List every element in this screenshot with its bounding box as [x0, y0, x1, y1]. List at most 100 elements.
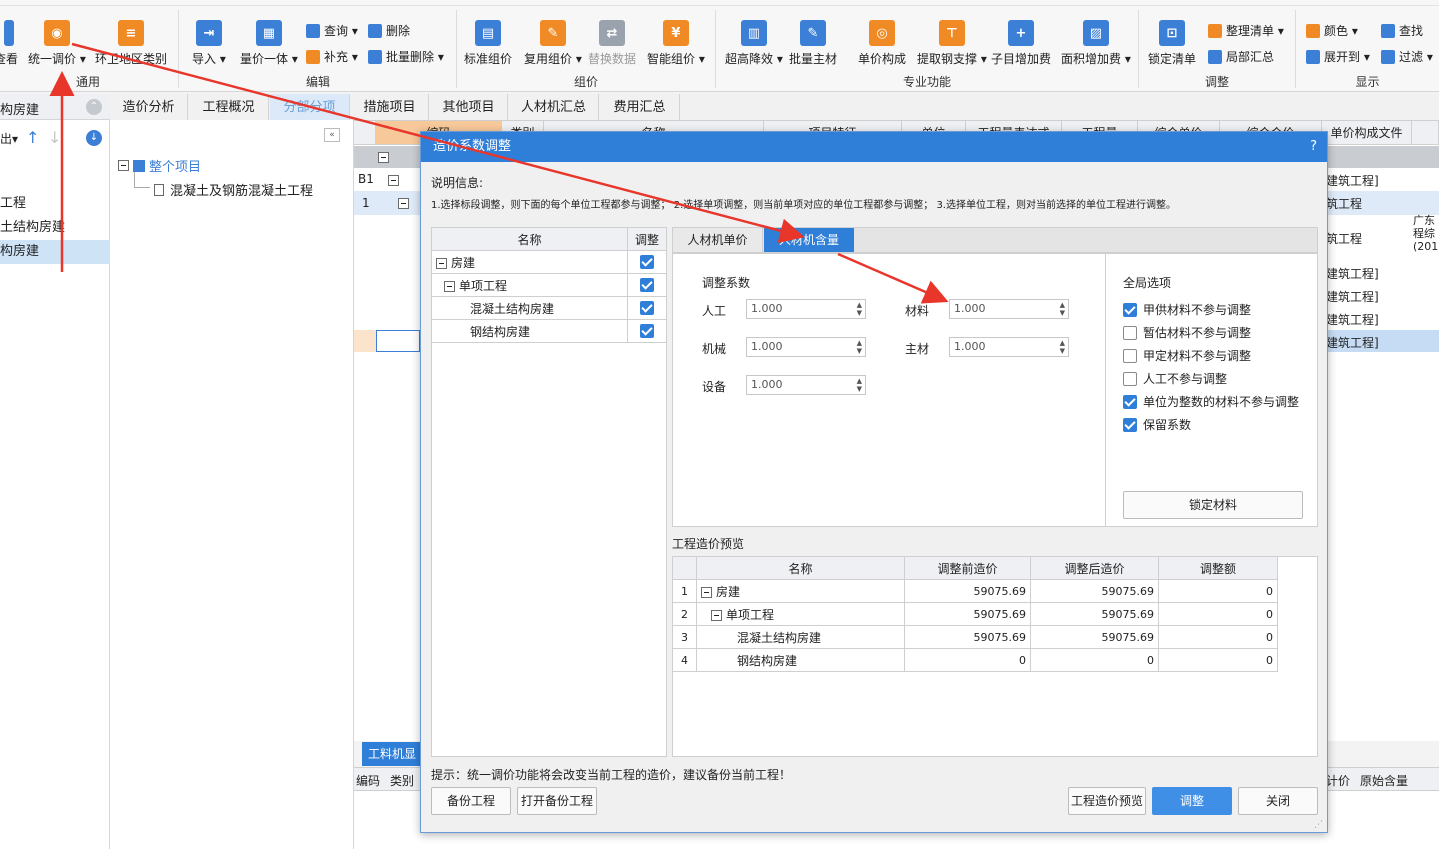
- table-row[interactable]: 4 钢结构房建 0 0 0: [672, 648, 1278, 672]
- spinner-arrows-icon[interactable]: ▲ ▼: [1060, 301, 1065, 317]
- collapse-box-icon[interactable]: [444, 280, 455, 292]
- color-button[interactable]: 颜色 ▾: [1306, 22, 1358, 39]
- grid-expand-box[interactable]: [398, 196, 413, 210]
- replace-data-button[interactable]: ⇄ 替换数据: [588, 20, 636, 67]
- bottom-header-code[interactable]: 编码: [356, 772, 380, 789]
- labor-coef-input[interactable]: 1.000 ▲ ▼: [746, 299, 866, 319]
- nav-item[interactable]: 工程: [0, 192, 110, 216]
- lock-list-button[interactable]: ⊡ 锁定清单: [1148, 20, 1196, 67]
- help-icon[interactable]: ?: [1310, 132, 1317, 162]
- partial-sum-button[interactable]: 局部汇总: [1208, 48, 1274, 65]
- env-area-button[interactable]: ≡ 环卫地区类别: [95, 20, 167, 67]
- collapse-box-icon[interactable]: [436, 257, 447, 269]
- table-row[interactable]: 房建: [431, 250, 667, 274]
- open-backup-button[interactable]: 打开备份工程: [517, 787, 597, 815]
- import-button[interactable]: ⇥ 导入 ▾: [192, 20, 226, 67]
- option-checkbox[interactable]: [1123, 302, 1137, 317]
- tab-sections[interactable]: 分部分项: [270, 94, 350, 121]
- spinner-arrows-icon[interactable]: ▲ ▼: [857, 301, 862, 317]
- super-high-button[interactable]: ▥ 超高降效 ▾: [725, 20, 783, 67]
- tab-resource-price[interactable]: 人材机单价: [673, 228, 763, 252]
- option-integer-unit[interactable]: 单位为整数的材料不参与调整: [1123, 393, 1299, 410]
- table-row[interactable]: 混凝土结构房建: [431, 296, 667, 320]
- backup-button[interactable]: 备份工程: [431, 787, 511, 815]
- adjust-checkbox[interactable]: [640, 278, 654, 293]
- expand-to-button[interactable]: 展开到 ▾: [1306, 48, 1370, 65]
- collapse-box-icon[interactable]: [701, 586, 712, 598]
- preview-button[interactable]: 工程造价预览: [1068, 787, 1146, 815]
- reuse-pricing-button[interactable]: ✎ 复用组价 ▾: [524, 20, 582, 67]
- sub-add-button[interactable]: + 子目增加费: [991, 20, 1051, 67]
- collapse-box-icon[interactable]: [711, 609, 722, 621]
- batch-main-button[interactable]: ✎ 批量主材: [789, 20, 837, 67]
- close-button[interactable]: 关闭: [1238, 787, 1318, 815]
- tab-resource-summary[interactable]: 人材机汇总: [509, 94, 599, 121]
- std-pricing-button[interactable]: ▤ 标准组价: [464, 20, 512, 67]
- grid-header-composition[interactable]: 单价构成文件: [1322, 121, 1412, 145]
- tab-overview[interactable]: 工程概况: [189, 94, 269, 121]
- adjust-checkbox[interactable]: [640, 324, 654, 339]
- table-row[interactable]: 2 单项工程 59075.69 59075.69 0: [672, 602, 1278, 626]
- move-up-icon[interactable]: ↑: [26, 128, 39, 147]
- material-coef-input[interactable]: 1.000 ▲ ▼: [949, 299, 1069, 319]
- tab-fee-summary[interactable]: 费用汇总: [600, 94, 680, 121]
- bottom-header-price[interactable]: 计价: [1326, 772, 1350, 789]
- grid-edit-cell[interactable]: [376, 330, 420, 352]
- option-estimated-material[interactable]: 暂估材料不参与调整: [1123, 324, 1251, 341]
- option-supplied-material[interactable]: 甲供材料不参与调整: [1123, 301, 1251, 318]
- adjust-checkbox[interactable]: [640, 301, 654, 316]
- nav-item-selected[interactable]: 构房建: [0, 240, 110, 264]
- tab-resource-content[interactable]: 人材机含量: [764, 228, 854, 252]
- grid-expand-box[interactable]: [378, 150, 393, 164]
- spinner-arrows-icon[interactable]: ▲ ▼: [1060, 339, 1065, 355]
- supplement-button[interactable]: 补充 ▾: [306, 48, 358, 65]
- area-add-button[interactable]: ▨ 面积增加费 ▾: [1061, 20, 1131, 67]
- bottom-tab-resources[interactable]: 工料机显: [362, 742, 422, 766]
- option-checkbox[interactable]: [1123, 394, 1137, 409]
- batch-delete-button[interactable]: 批量删除 ▾: [368, 48, 444, 65]
- collapse-pane-icon[interactable]: «: [324, 128, 340, 142]
- bottom-header-orig-qty[interactable]: 原始含量: [1360, 772, 1408, 789]
- dialog-title[interactable]: 造价系数调整: [421, 132, 1327, 162]
- download-icon[interactable]: ↓: [86, 130, 102, 146]
- option-checkbox[interactable]: [1123, 325, 1137, 340]
- option-labor[interactable]: 人工不参与调整: [1123, 370, 1227, 387]
- move-down-icon[interactable]: ↓: [48, 128, 61, 147]
- query-button[interactable]: 查询 ▾: [306, 22, 358, 39]
- tree-item[interactable]: 混凝土及钢筋混凝土工程: [154, 180, 313, 199]
- smart-pricing-button[interactable]: ¥ 智能组价 ▾: [647, 20, 705, 67]
- table-row[interactable]: 3 混凝土结构房建 59075.69 59075.69 0: [672, 625, 1278, 649]
- spinner-arrows-icon[interactable]: ▲ ▼: [857, 339, 862, 355]
- machine-coef-input[interactable]: 1.000 ▲ ▼: [746, 337, 866, 357]
- filter-button[interactable]: 过滤 ▾: [1381, 48, 1433, 65]
- view-button[interactable]: 查看: [0, 20, 18, 67]
- collapse-icon[interactable]: ⌃: [86, 99, 102, 115]
- tab-measures[interactable]: 措施项目: [351, 94, 429, 121]
- unit-price-button[interactable]: ◎ 单价构成: [858, 20, 906, 67]
- spinner-arrows-icon[interactable]: ▲ ▼: [857, 377, 862, 393]
- option-checkbox[interactable]: [1123, 417, 1137, 432]
- option-keep-coef[interactable]: 保留系数: [1123, 416, 1191, 433]
- table-row[interactable]: 1 房建 59075.69 59075.69 0: [672, 579, 1278, 603]
- main-material-coef-input[interactable]: 1.000 ▲ ▼: [949, 337, 1069, 357]
- qty-price-button[interactable]: ▦ 量价一体 ▾: [240, 20, 298, 67]
- bottom-header-type[interactable]: 类别: [390, 772, 414, 789]
- nav-item[interactable]: 土结构房建: [0, 216, 110, 240]
- tab-other[interactable]: 其他项目: [430, 94, 508, 121]
- tree-root[interactable]: 整个项目: [118, 156, 201, 175]
- option-checkbox[interactable]: [1123, 371, 1137, 386]
- table-row[interactable]: 钢结构房建: [431, 319, 667, 343]
- table-row[interactable]: 单项工程: [431, 273, 667, 297]
- adjust-button[interactable]: 调整: [1152, 787, 1232, 815]
- adjust-checkbox[interactable]: [640, 255, 654, 270]
- grid-expand-box[interactable]: [388, 173, 403, 187]
- tab-cost-analysis[interactable]: 造价分析: [110, 94, 188, 121]
- steel-support-button[interactable]: ⊤ 提取钢支撑 ▾: [917, 20, 987, 67]
- option-designated-material[interactable]: 甲定材料不参与调整: [1123, 347, 1251, 364]
- find-button[interactable]: 查找: [1381, 22, 1423, 39]
- lock-material-button[interactable]: 锁定材料: [1123, 491, 1303, 519]
- export-menu[interactable]: 出▾: [0, 130, 18, 147]
- equipment-coef-input[interactable]: 1.000 ▲ ▼: [746, 375, 866, 395]
- resize-grip-icon[interactable]: ⋰: [1314, 820, 1323, 830]
- unified-adjust-button[interactable]: ◉ 统一调价 ▾: [28, 20, 86, 67]
